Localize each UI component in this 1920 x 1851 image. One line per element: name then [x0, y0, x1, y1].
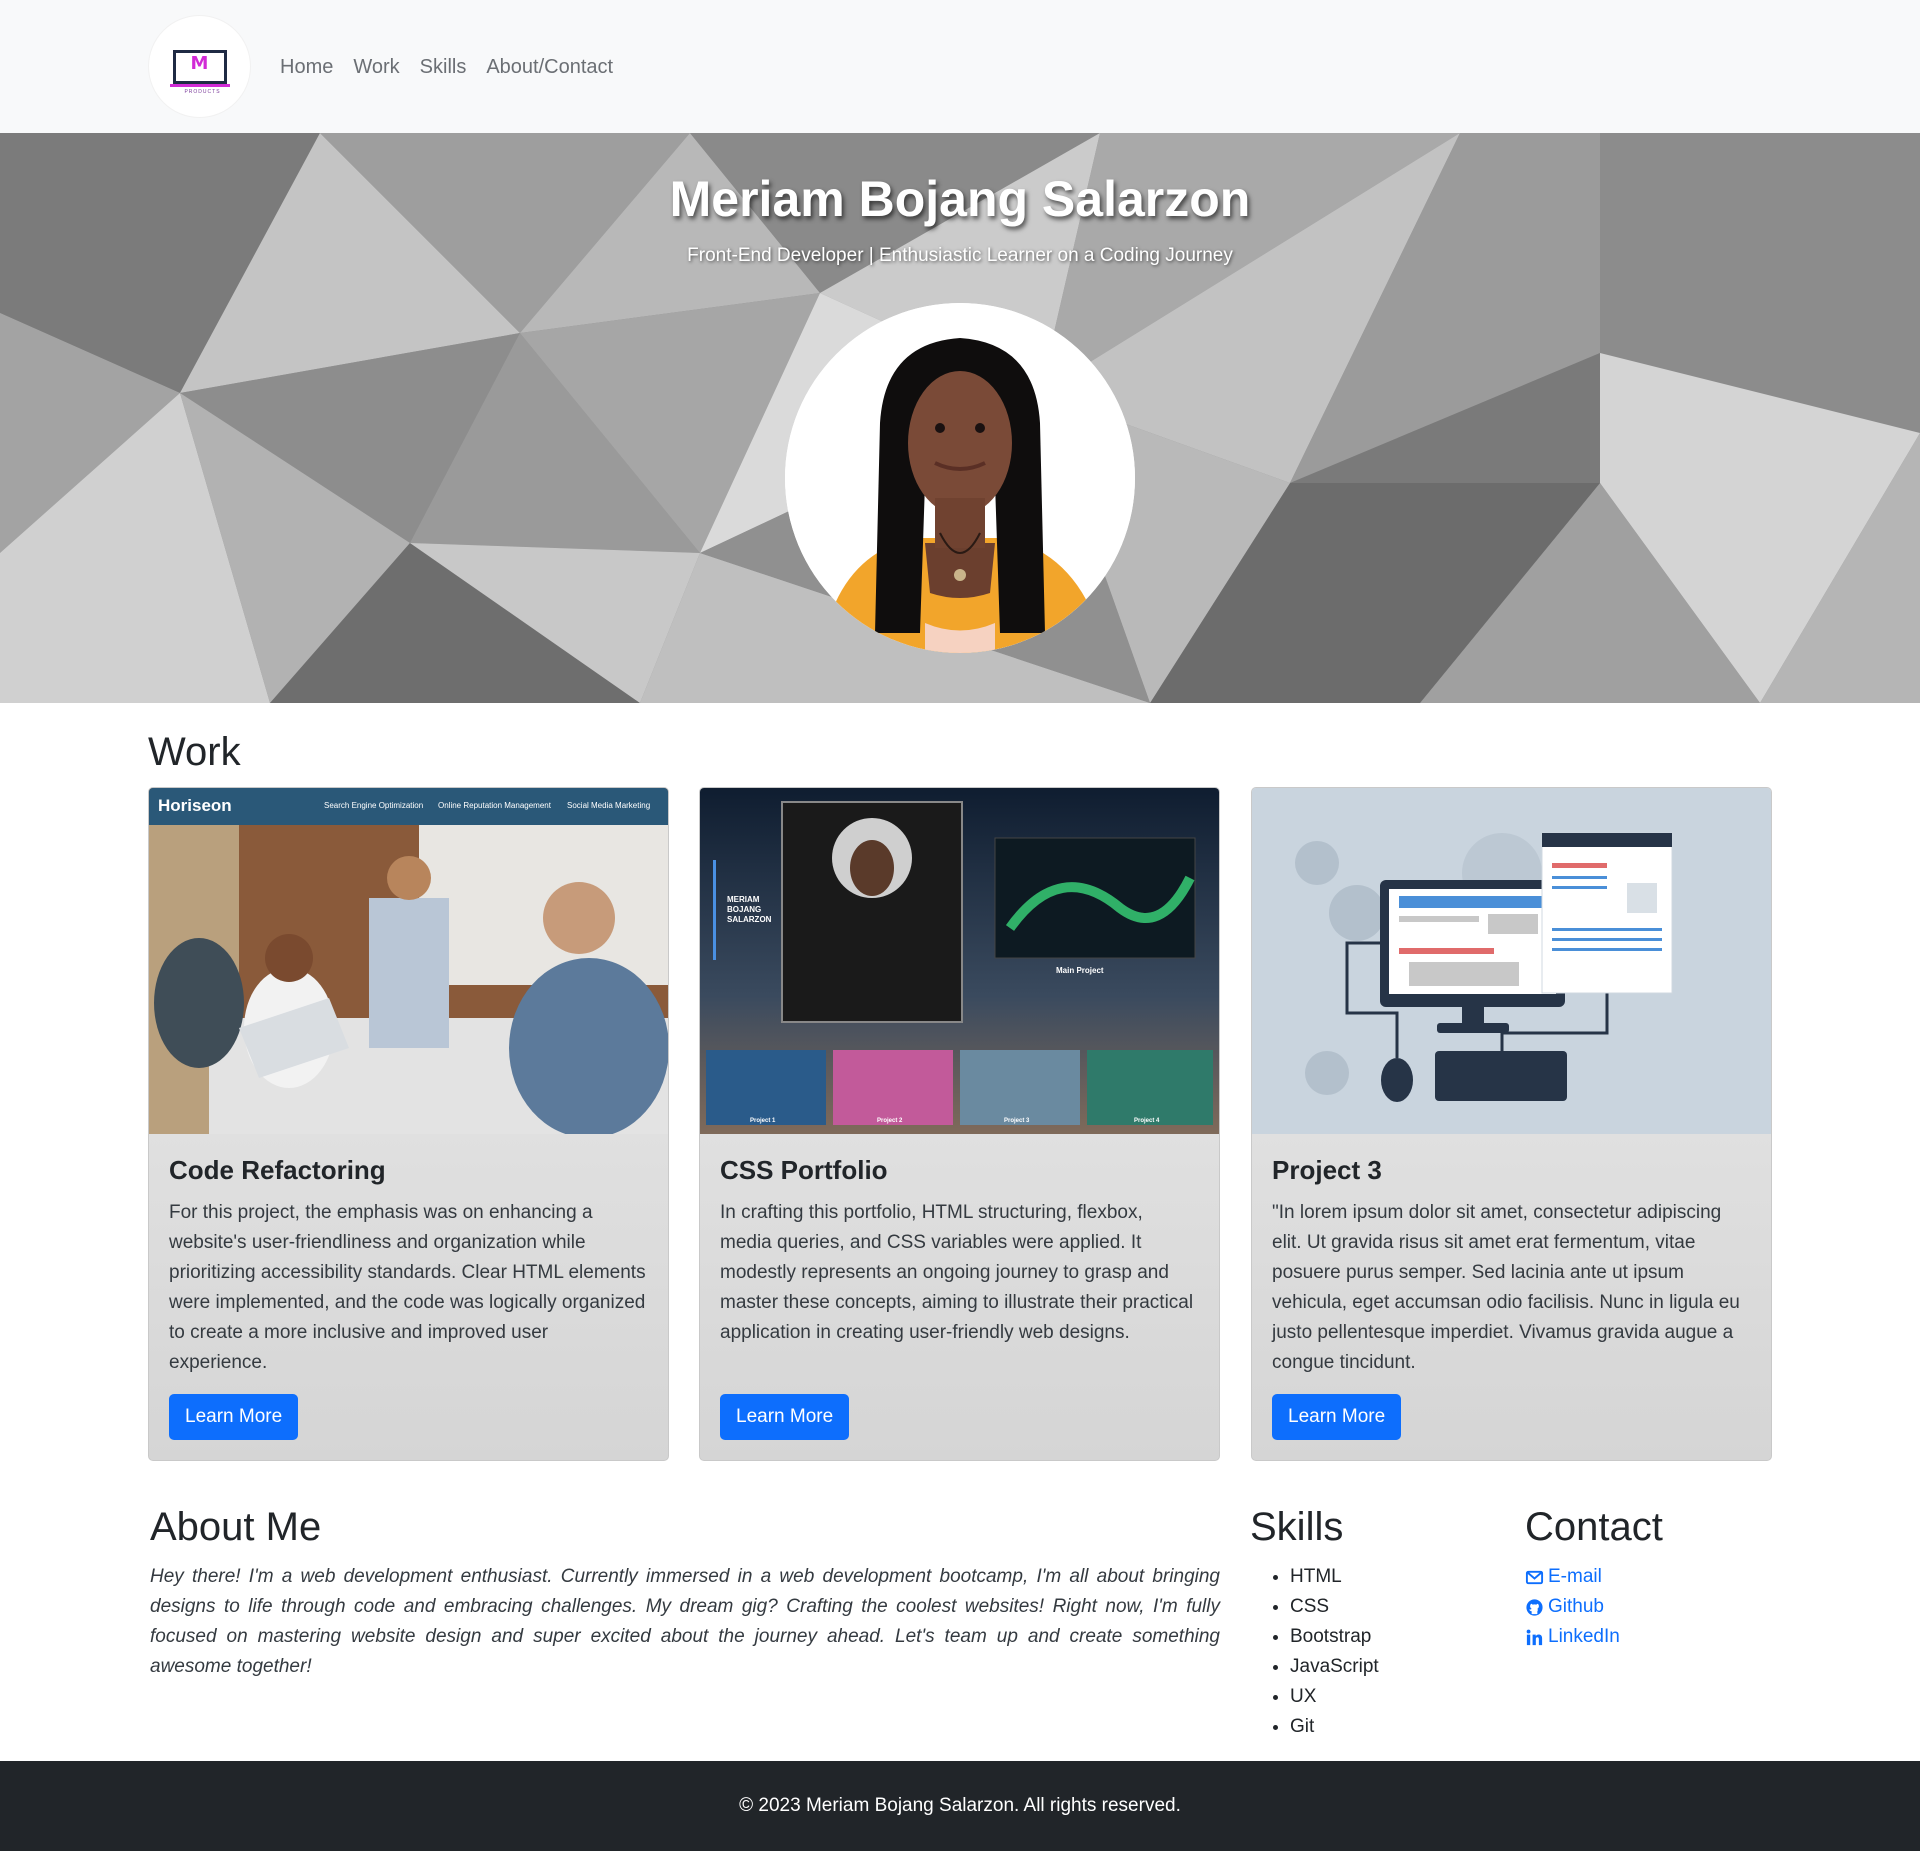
card-text: For this project, the emphasis was on en…: [169, 1202, 646, 1373]
project-card-project-3: Project 3 "In lorem ipsum dolor sit amet…: [1251, 787, 1772, 1461]
logo-letter: M: [190, 52, 209, 74]
portfolio-project-2: Project 2: [877, 1118, 903, 1124]
nav-link-skills[interactable]: Skills: [420, 54, 467, 80]
horiseon-brand: Horiseon: [158, 796, 232, 815]
skill-item: UX: [1290, 1682, 1379, 1712]
navbar: M PRODUCTS Home Work Skills About/Contac…: [0, 0, 1920, 133]
github-link-label: Github: [1548, 1596, 1604, 1617]
nav-link-home[interactable]: Home: [280, 54, 333, 80]
linkedin-link[interactable]: LinkedIn: [1525, 1622, 1620, 1652]
horiseon-nav-seo: Search Engine Optimization: [324, 801, 424, 810]
nav-link-work[interactable]: Work: [353, 54, 399, 80]
card-body: CSS Portfolio In crafting this portfolio…: [700, 1134, 1219, 1460]
work-heading: Work: [148, 730, 241, 774]
project-card-code-refactoring: Horiseon Search Engine Optimization Onli…: [148, 787, 669, 1461]
linkedin-icon: [1526, 1629, 1543, 1645]
footer: © 2023 Meriam Bojang Salarzon. All right…: [0, 1761, 1920, 1851]
project-image-css-portfolio: MERIAM BOJANG SALARZON Main Project Proj…: [700, 788, 1219, 1134]
skill-item: JavaScript: [1290, 1652, 1379, 1682]
card-body: Project 3 "In lorem ipsum dolor sit amet…: [1252, 1134, 1771, 1460]
nav-link-about-contact[interactable]: About/Contact: [486, 54, 613, 80]
hero-title: Meriam Bojang Salarzon: [669, 171, 1251, 227]
skill-item: Git: [1290, 1712, 1379, 1742]
learn-more-button[interactable]: Learn More: [169, 1394, 299, 1440]
horiseon-nav-smm: Social Media Marketing: [567, 801, 651, 810]
card-title: CSS Portfolio: [720, 1155, 888, 1185]
learn-more-button[interactable]: Learn More: [1272, 1394, 1402, 1440]
portfolio-project-4: Project 4: [1134, 1118, 1160, 1124]
linkedin-link-label: LinkedIn: [1548, 1626, 1620, 1647]
profile-photo: [785, 303, 1135, 653]
skill-item: Bootstrap: [1290, 1622, 1379, 1652]
contact-heading: Contact: [1525, 1505, 1663, 1549]
contact-list: E-mail Github LinkedIn: [1525, 1562, 1620, 1652]
logo-underline: [169, 83, 230, 87]
horiseon-nav-orm: Online Reputation Management: [438, 801, 551, 810]
card-title: Code Refactoring: [169, 1155, 386, 1185]
github-icon: [1526, 1598, 1543, 1616]
logo-mark: M PRODUCTS: [169, 49, 230, 95]
hero-subtitle: Front-End Developer | Enthusiastic Learn…: [687, 245, 1233, 266]
logo[interactable]: M PRODUCTS: [149, 16, 250, 117]
project-card-css-portfolio: MERIAM BOJANG SALARZON Main Project Proj…: [699, 787, 1220, 1461]
about-heading: About Me: [150, 1505, 322, 1549]
skills-list: HTML CSS Bootstrap JavaScript UX Git: [1290, 1562, 1379, 1742]
email-link-label: E-mail: [1548, 1566, 1602, 1587]
nav-links: Home Work Skills About/Contact: [280, 54, 613, 80]
card-text: "In lorem ipsum dolor sit amet, consecte…: [1272, 1202, 1740, 1373]
portfolio-project-3: Project 3: [1004, 1118, 1030, 1124]
project-image-computer-illustration: [1252, 788, 1771, 1134]
hero-banner: Meriam Bojang Salarzon Front-End Develop…: [0, 133, 1920, 703]
portfolio-name: MERIAM BOJANG SALARZON: [727, 895, 772, 924]
email-link[interactable]: E-mail: [1525, 1562, 1620, 1592]
project-image-horiseon: Horiseon Search Engine Optimization Onli…: [149, 788, 668, 1134]
card-title: Project 3: [1272, 1155, 1382, 1185]
portfolio-main-project: Main Project: [1056, 966, 1104, 975]
learn-more-button[interactable]: Learn More: [720, 1394, 850, 1440]
copyright-text: © 2023 Meriam Bojang Salarzon. All right…: [739, 1795, 1181, 1816]
logo-tagline: PRODUCTS: [184, 88, 221, 95]
portfolio-project-1: Project 1: [750, 1118, 776, 1124]
about-text: Hey there! I'm a web development enthusi…: [150, 1566, 1220, 1677]
skills-heading: Skills: [1250, 1505, 1344, 1549]
envelope-icon: [1525, 1570, 1544, 1584]
skill-item: CSS: [1290, 1592, 1379, 1622]
card-text: In crafting this portfolio, HTML structu…: [720, 1202, 1194, 1343]
card-body: Code Refactoring For this project, the e…: [149, 1134, 668, 1460]
github-link[interactable]: Github: [1525, 1592, 1620, 1622]
skill-item: HTML: [1290, 1562, 1379, 1592]
